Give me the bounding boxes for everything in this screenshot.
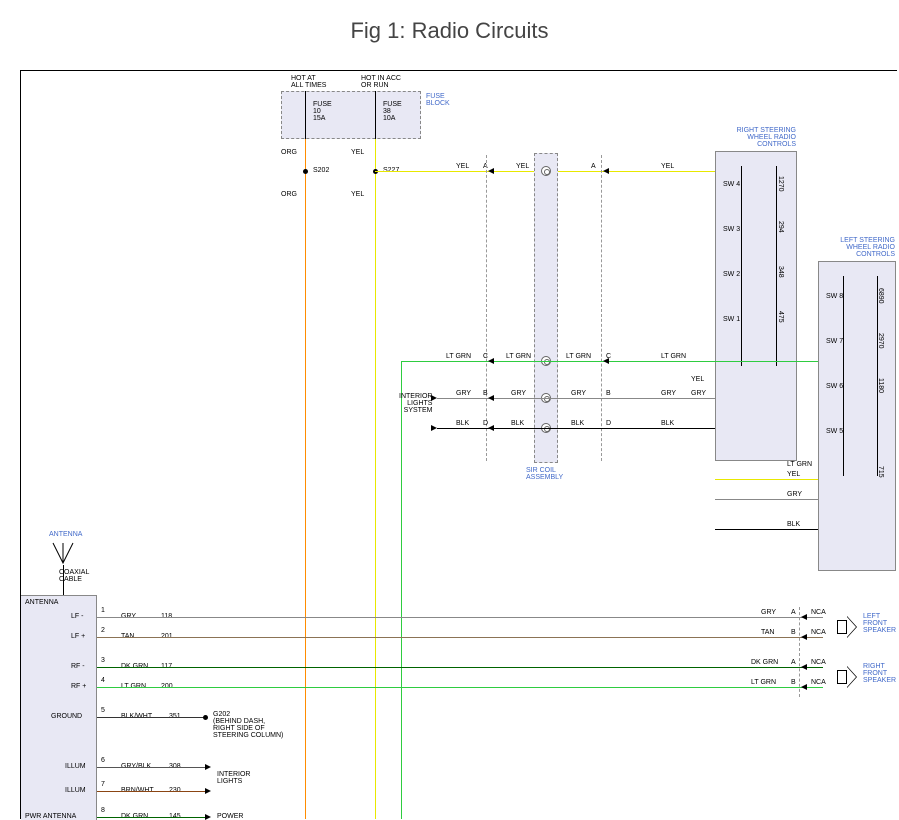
- wire-gry-b: [437, 398, 715, 399]
- fuse1-top: HOT AT ALL TIMES: [291, 75, 326, 89]
- left-steering-controls: [818, 261, 896, 571]
- g202-label: G202 (BEHIND DASH, RIGHT SIDE OF STEERIN…: [213, 711, 283, 739]
- sir-coil: [534, 153, 558, 463]
- wire-ltgrn-c: [401, 361, 818, 362]
- diagram-frame: FUSE BLOCK HOT AT ALL TIMES HOT IN ACC O…: [20, 70, 897, 819]
- wire-illum-2: [97, 791, 205, 792]
- fuse1-name: FUSE 10 15A: [313, 101, 332, 122]
- wire-yel-lbl1: YEL: [351, 149, 364, 156]
- wire-org-lbl2: ORG: [281, 191, 297, 198]
- wire-lf-neg: [97, 617, 823, 618]
- wire-ground: [97, 717, 205, 718]
- splice-s202: [303, 169, 308, 174]
- sir-label: SIR COIL ASSEMBLY: [526, 467, 563, 481]
- wire-yel-lbl2: YEL: [351, 191, 364, 198]
- illum-dest: INTERIOR LIGHTS: [217, 771, 250, 785]
- s202-label: S202: [313, 167, 329, 174]
- left-front-speaker: [837, 616, 865, 638]
- right-controls-label: RIGHT STEERING WHEEL RADIO CONTROLS: [716, 127, 796, 148]
- wire-lf-pos: [97, 637, 823, 638]
- wire-org-main: [305, 139, 306, 819]
- wire-blk-d: [437, 428, 715, 429]
- wire-yel-main: [375, 139, 376, 819]
- interior-lights-sys: INTERIOR LIGHTS SYSTEM: [399, 393, 432, 414]
- fuse-block-label: FUSE BLOCK: [426, 93, 450, 107]
- right-front-speaker: [837, 666, 865, 688]
- antenna-icon: [51, 541, 75, 565]
- wire-rf-pos: [97, 687, 823, 688]
- antenna-label: ANTENNA: [49, 531, 82, 538]
- wire-rf-neg: [97, 667, 823, 668]
- wire-illum-1: [97, 767, 205, 768]
- fuse2-top: HOT IN ACC OR RUN: [361, 75, 401, 89]
- left-controls-label: LEFT STEERING WHEEL RADIO CONTROLS: [819, 237, 895, 258]
- right-steering-controls: [715, 151, 797, 461]
- figure-title: Fig 1: Radio Circuits: [0, 0, 899, 56]
- fuse2-name: FUSE 38 10A: [383, 101, 402, 122]
- wire-pwr-antenna: [97, 817, 205, 818]
- antenna-port: ANTENNA: [25, 599, 58, 606]
- wire-org-lbl1: ORG: [281, 149, 297, 156]
